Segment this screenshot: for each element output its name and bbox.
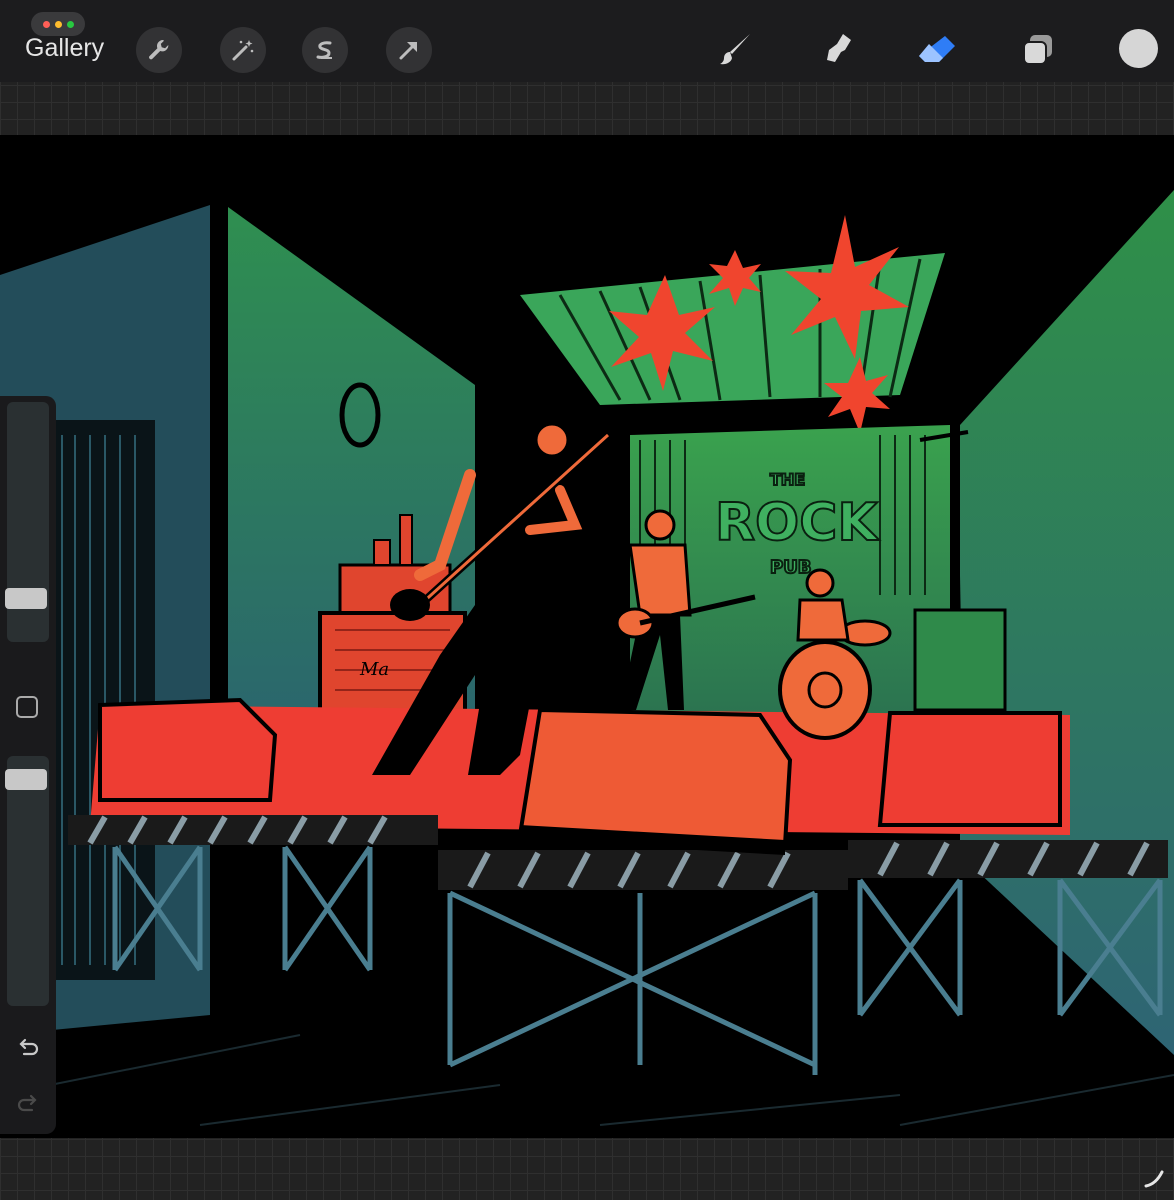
redo-button[interactable] [14,1090,42,1118]
zoom-dot-icon[interactable] [66,20,74,28]
brush-icon [720,34,750,65]
smudge-button[interactable] [815,28,859,72]
transform-arrow-icon [399,42,417,60]
opacity-slider[interactable] [7,756,49,1006]
undo-button[interactable] [14,1034,42,1062]
modify-square-icon[interactable] [16,696,38,718]
minimize-dot-icon[interactable] [54,20,62,28]
opacity-handle[interactable] [5,769,47,790]
sign-text-pub: PUB [770,557,812,578]
artwork-illustration: THE ROCK PUB Ma [0,135,1174,1138]
layers-icon [1023,35,1052,65]
redo-icon [17,1094,37,1112]
selection-icon [316,41,332,59]
gallery-button[interactable]: Gallery [25,34,104,63]
top-toolbar: Gallery [0,0,1174,82]
wrench-icon [149,39,169,60]
amp-brand-text: Ma [359,659,389,680]
monitor-left [98,697,278,802]
color-picker-button[interactable] [1119,29,1158,68]
brush-button[interactable] [714,28,758,72]
adjustments-button[interactable] [220,27,266,73]
sign-text-rock: ROCK [715,493,879,553]
close-dot-icon[interactable] [42,20,50,28]
window-controls[interactable] [31,12,85,36]
smudge-icon [827,34,851,62]
eraser-button[interactable] [915,28,959,72]
undo-icon [19,1038,39,1056]
monitor-center [517,707,793,848]
selection-button[interactable] [302,27,348,73]
magic-wand-icon [232,40,254,61]
bass-drum [778,640,872,740]
eraser-icon [919,36,955,62]
brush-size-handle[interactable] [5,588,47,609]
transform-button[interactable] [386,27,432,73]
quickmenu-corner-icon[interactable] [1142,1164,1168,1190]
brush-sidebar [0,396,56,1134]
drawing-canvas[interactable]: THE ROCK PUB Ma [0,135,1174,1138]
sign-text-the: THE [770,470,805,489]
monitor-right [877,711,1062,827]
actions-button[interactable] [136,27,182,73]
layers-button[interactable] [1016,28,1060,72]
